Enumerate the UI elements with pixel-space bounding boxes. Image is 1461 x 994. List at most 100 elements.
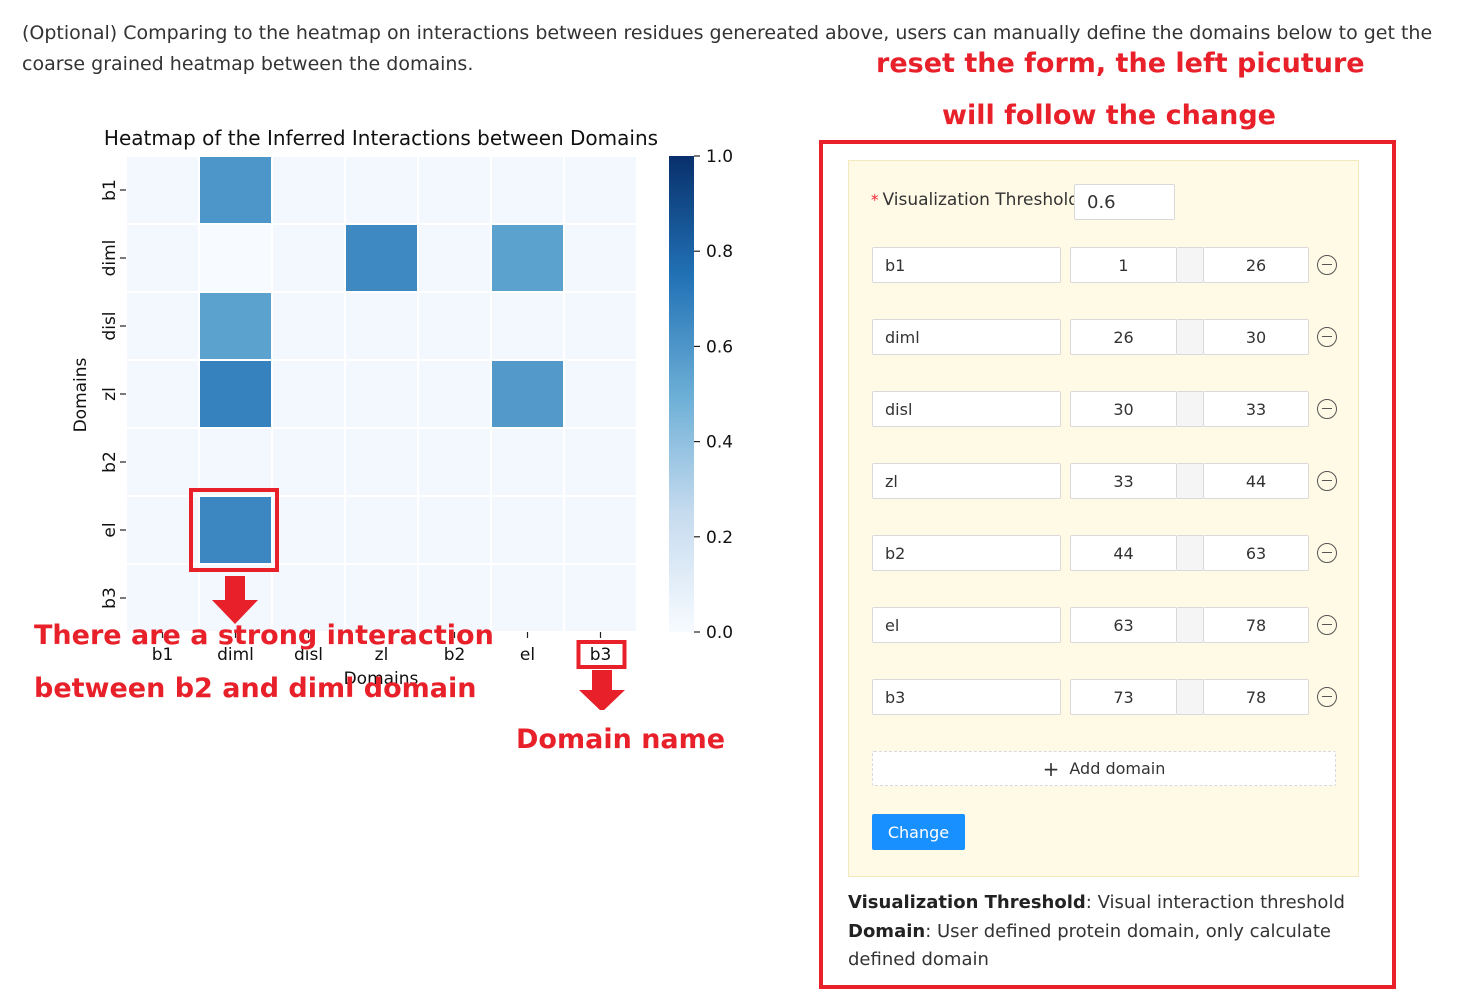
heatmap-cell xyxy=(125,291,200,361)
heatmap-cell xyxy=(125,427,200,497)
domain-term: Domain xyxy=(848,920,926,942)
form-description: Visualization Threshold: Visual interact… xyxy=(848,889,1388,975)
x-tick-label: el xyxy=(520,645,535,665)
colorbar-tick-label: 0.8 xyxy=(706,242,733,262)
domain-name-input[interactable] xyxy=(872,535,1061,571)
add-domain-button[interactable]: + Add domain xyxy=(872,751,1336,786)
threshold-term-text: : Visual interaction threshold xyxy=(1085,892,1345,913)
range-separator xyxy=(1177,391,1203,427)
plus-icon: + xyxy=(1042,756,1060,781)
domain-description: Domain: User defined protein domain, onl… xyxy=(848,918,1388,975)
heatmap-cell xyxy=(563,291,638,361)
remove-domain-icon[interactable] xyxy=(1317,471,1337,491)
chart-title: Heatmap of the Inferred Interactions bet… xyxy=(104,126,658,150)
domain-start-input[interactable] xyxy=(1070,607,1177,643)
domain-name-input[interactable] xyxy=(872,391,1061,427)
add-domain-label: Add domain xyxy=(1069,759,1166,778)
domain-name-input[interactable] xyxy=(872,247,1061,283)
required-mark: * xyxy=(871,191,879,209)
threshold-input[interactable] xyxy=(1074,184,1175,220)
heatmap-cell xyxy=(198,223,273,293)
y-tick-label: diml xyxy=(100,240,120,277)
heatmap-cell xyxy=(563,359,638,429)
heatmap-cell xyxy=(271,223,346,293)
heatmap-cell xyxy=(417,359,492,429)
colorbar-tick-label: 0.2 xyxy=(706,528,733,548)
heatmap-cell xyxy=(271,291,346,361)
heatmap-cell xyxy=(563,495,638,565)
remove-domain-icon[interactable] xyxy=(1317,543,1337,563)
colorbar-tick-label: 0.4 xyxy=(706,433,733,453)
domain-start-input[interactable] xyxy=(1070,391,1177,427)
heatmap-cell xyxy=(344,291,419,361)
colorbar-tick-label: 1.0 xyxy=(706,147,733,167)
y-tick-label: zl xyxy=(100,387,120,401)
heatmap-cell xyxy=(563,427,638,497)
threshold-label-text: Visualization Threshold xyxy=(882,190,1080,210)
range-separator xyxy=(1177,535,1203,571)
heatmap-cell xyxy=(417,155,492,225)
arrow-down-icon xyxy=(579,670,625,710)
domain-end-input[interactable] xyxy=(1203,679,1309,715)
domain-start-input[interactable] xyxy=(1070,679,1177,715)
domain-end-input[interactable] xyxy=(1203,391,1309,427)
heatmap-cell xyxy=(490,359,565,429)
domain-end-input[interactable] xyxy=(1203,247,1309,283)
domain-name-input[interactable] xyxy=(872,463,1061,499)
heatmap-cell xyxy=(490,291,565,361)
heatmap-cell xyxy=(563,155,638,225)
y-tick-label: b2 xyxy=(100,451,120,473)
heatmap-cell xyxy=(563,563,638,633)
heatmap-cell xyxy=(344,359,419,429)
heatmap-cell xyxy=(417,223,492,293)
domain-start-input[interactable] xyxy=(1070,535,1177,571)
heatmap-cell xyxy=(271,359,346,429)
annotation-strong-line1: There are a strong interaction xyxy=(34,620,494,651)
range-separator xyxy=(1177,607,1203,643)
heatmap-cell xyxy=(271,495,346,565)
threshold-description: Visualization Threshold: Visual interact… xyxy=(848,889,1388,918)
domain-end-input[interactable] xyxy=(1203,319,1309,355)
heatmap-cell xyxy=(125,359,200,429)
change-button[interactable]: Change xyxy=(872,814,965,850)
heatmap-cell xyxy=(344,223,419,293)
colorbar xyxy=(669,156,694,632)
annotation-domain-name: Domain name xyxy=(516,724,726,755)
heatmap-cell xyxy=(198,291,273,361)
x-tick-label: b3 xyxy=(590,645,612,665)
domain-name-input[interactable] xyxy=(872,679,1061,715)
remove-domain-icon[interactable] xyxy=(1317,327,1337,347)
heatmap-cell xyxy=(490,223,565,293)
domain-end-input[interactable] xyxy=(1203,607,1309,643)
heatmap-cell xyxy=(344,155,419,225)
remove-domain-icon[interactable] xyxy=(1317,399,1337,419)
heatmap-cell xyxy=(417,495,492,565)
remove-domain-icon[interactable] xyxy=(1317,687,1337,707)
heatmap-cell xyxy=(125,495,200,565)
heatmap-cell xyxy=(490,563,565,633)
heatmap-cell xyxy=(417,427,492,497)
y-tick-label: b3 xyxy=(100,587,120,609)
annotation-reset-line1: reset the form, the left picuture xyxy=(876,48,1365,79)
remove-domain-icon[interactable] xyxy=(1317,255,1337,275)
domain-end-input[interactable] xyxy=(1203,535,1309,571)
heatmap-cell xyxy=(344,495,419,565)
heatmap-cell xyxy=(271,155,346,225)
heatmap-cell xyxy=(417,291,492,361)
heatmap-cell xyxy=(563,223,638,293)
heatmap-cell xyxy=(344,427,419,497)
domain-end-input[interactable] xyxy=(1203,463,1309,499)
colorbar-tick-label: 0.0 xyxy=(706,623,733,643)
range-separator xyxy=(1177,463,1203,499)
heatmap-cell xyxy=(198,359,273,429)
remove-domain-icon[interactable] xyxy=(1317,615,1337,635)
domain-name-input[interactable] xyxy=(872,319,1061,355)
heatmap-cell xyxy=(490,427,565,497)
domain-start-input[interactable] xyxy=(1070,463,1177,499)
y-tick-label: disl xyxy=(100,311,120,340)
domain-start-input[interactable] xyxy=(1070,319,1177,355)
domain-name-input[interactable] xyxy=(872,607,1061,643)
heatmap-cell xyxy=(490,155,565,225)
annotation-strong-line2: between b2 and diml domain xyxy=(34,673,477,704)
domain-start-input[interactable] xyxy=(1070,247,1177,283)
